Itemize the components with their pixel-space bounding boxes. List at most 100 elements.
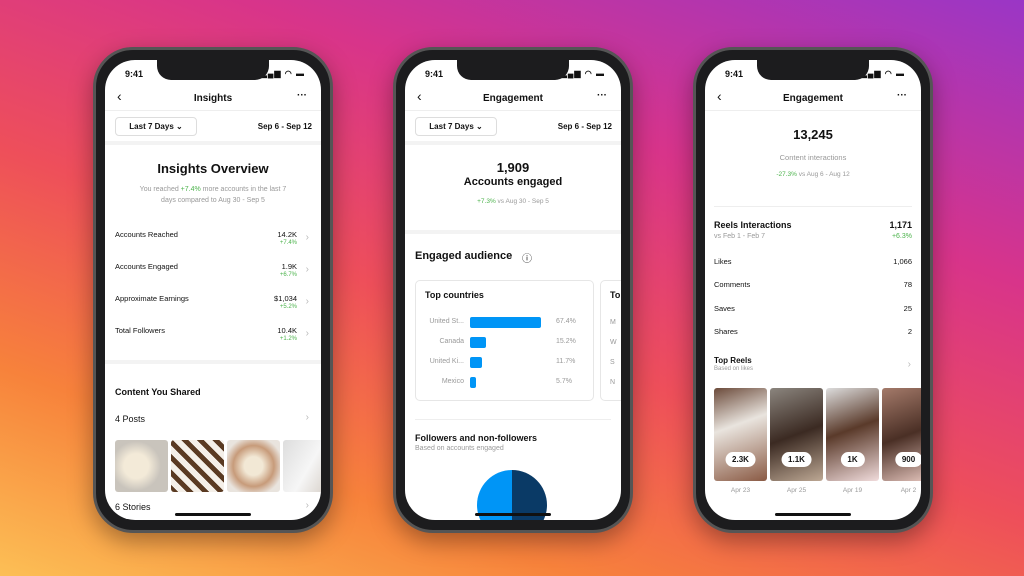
country-pct: 11.7% <box>556 358 576 365</box>
chevron-down-icon: ⌄ <box>476 122 483 131</box>
reel-date: Apr 23 <box>730 487 751 494</box>
chevron-right-icon: › <box>305 328 309 339</box>
content-shared-title: Content You Shared <box>115 387 201 397</box>
post-thumbnail[interactable] <box>227 440 280 492</box>
date-filter-dropdown[interactable]: Last 7 Days ⌄ <box>115 117 197 136</box>
page-title: Engagement <box>482 93 543 104</box>
chevron-right-icon: › <box>305 264 309 275</box>
metric-label: Accounts Reached <box>115 230 178 239</box>
metric-value: 1.9K <box>281 262 297 271</box>
interaction-value: 2 <box>907 326 912 336</box>
country-label: United Ki... <box>429 358 464 365</box>
followers-subtitle: Based on accounts engaged <box>415 445 504 452</box>
chevron-down-icon: ⌄ <box>176 122 183 131</box>
content-interactions-label: Content interactions <box>779 153 847 162</box>
reel-thumbnail[interactable]: 2.3K <box>714 388 767 481</box>
interaction-label: Likes <box>714 257 732 266</box>
notch <box>457 60 569 80</box>
interaction-label: Comments <box>714 280 751 290</box>
reel-thumbnail[interactable]: 1.1K <box>770 388 823 481</box>
interaction-value: 1,066 <box>893 257 912 266</box>
more-icon[interactable]: ··· <box>297 90 307 101</box>
accounts-engaged-count: 1,909 <box>496 160 530 175</box>
stories-count[interactable]: 6 Stories <box>115 502 151 512</box>
page-title: Insights <box>193 93 233 104</box>
metric-change: +5.2% <box>279 304 297 310</box>
country-pct: 5.7% <box>556 378 572 385</box>
posts-count[interactable]: 4 Posts <box>115 414 145 424</box>
metric-label: Total Followers <box>115 326 166 335</box>
followers-title: Followers and non-followers <box>415 433 538 443</box>
metric-label: Accounts Engaged <box>115 262 178 271</box>
date-filter-label: Last 7 Days <box>129 122 174 131</box>
country-label: Mexico <box>441 378 464 385</box>
reels-interactions-change: +6.3% <box>891 233 912 240</box>
reels-interactions-value: 1,171 <box>889 220 912 230</box>
reel-date: Apr 25 <box>786 487 807 494</box>
country-bar <box>470 317 541 328</box>
country-bar <box>470 357 483 368</box>
country-label: Canada <box>439 338 464 345</box>
country-bar <box>470 337 486 348</box>
home-indicator <box>175 513 251 516</box>
top-countries-card: Top countries United St... 67.4% Canada … <box>415 280 594 401</box>
date-range: Sep 6 - Sep 12 <box>257 122 312 131</box>
home-indicator <box>775 513 851 516</box>
row-label: S <box>610 359 615 366</box>
status-time: 9:41 <box>725 69 744 79</box>
date-filter-dropdown[interactable]: Last 7 Days ⌄ <box>415 117 497 136</box>
reel-likes: 2.3K <box>725 452 756 467</box>
metric-change: +1.2% <box>279 336 297 342</box>
page-title: Engagement <box>782 93 843 104</box>
row-label: W <box>610 339 617 346</box>
reel-date: Apr 19 <box>842 487 863 494</box>
interaction-label: Shares <box>714 326 738 336</box>
top-reels-title: Top Reels <box>714 356 752 365</box>
reel-likes: 1.1K <box>781 452 812 467</box>
home-indicator <box>475 513 551 516</box>
post-thumbnail[interactable] <box>171 440 224 492</box>
reel-thumbnail[interactable]: 900 <box>882 388 921 481</box>
secondary-card-title: To <box>610 290 621 300</box>
row-label: N <box>610 379 616 386</box>
reel-likes: 900 <box>894 452 921 467</box>
post-thumbnail[interactable] <box>283 440 321 492</box>
status-time: 9:41 <box>125 69 144 79</box>
metric-change: +7.4% <box>279 240 297 246</box>
more-icon[interactable]: ··· <box>597 90 607 101</box>
post-thumbnail[interactable] <box>115 440 168 492</box>
reel-thumbnail[interactable]: 1K <box>826 388 879 481</box>
accounts-engaged-label: Accounts engaged <box>463 176 563 188</box>
date-range: Sep 6 - Sep 12 <box>557 122 612 131</box>
content-interactions-count: 13,245 <box>793 127 833 142</box>
phone-engagement: 9:41 ▂▄▆ ◠ ▬ ‹ Engagement ··· Last 7 Day… <box>393 47 633 533</box>
chevron-right-icon[interactable]: › <box>306 412 309 423</box>
country-pct: 15.2% <box>556 338 576 345</box>
overview-title: Insights Overview <box>157 161 269 176</box>
info-icon[interactable]: ⓘ <box>522 250 532 265</box>
more-icon[interactable]: ··· <box>897 90 907 101</box>
change-summary: +7.3% vs Aug 30 - Sep 5 <box>477 198 549 205</box>
phone-content-interactions: 9:41 ▂▄▆ ◠ ▬ ‹ Engagement ··· 13,245 Con… <box>693 47 933 533</box>
top-countries-title: Top countries <box>425 290 484 300</box>
metric-change: +6.7% <box>279 272 297 278</box>
notch <box>757 60 869 80</box>
metric-label: Approximate Earnings <box>115 294 189 303</box>
metric-value: 10.4K <box>277 326 297 335</box>
change-summary: -27.3% vs Aug 6 - Aug 12 <box>776 171 850 178</box>
overview-summary: You reached +7.4% more accounts in the l… <box>139 186 287 204</box>
notch <box>157 60 269 80</box>
secondary-card[interactable]: To M W S N <box>600 280 621 401</box>
date-filter-label: Last 7 Days <box>429 122 474 131</box>
interaction-value: 25 <box>903 303 912 313</box>
interaction-label: Saves <box>714 303 735 313</box>
row-label: M <box>610 319 616 326</box>
chevron-right-icon[interactable]: › <box>908 359 911 370</box>
reels-interactions-title: Reels Interactions <box>714 220 792 230</box>
reels-interactions-vs: vs Feb 1 - Feb 7 <box>714 233 765 240</box>
country-label: United St... <box>429 318 464 325</box>
chevron-right-icon[interactable]: › <box>306 500 309 511</box>
engaged-audience-title: Engaged audience <box>415 250 513 262</box>
chevron-right-icon: › <box>305 232 309 243</box>
metric-value: 14.2K <box>277 230 297 239</box>
